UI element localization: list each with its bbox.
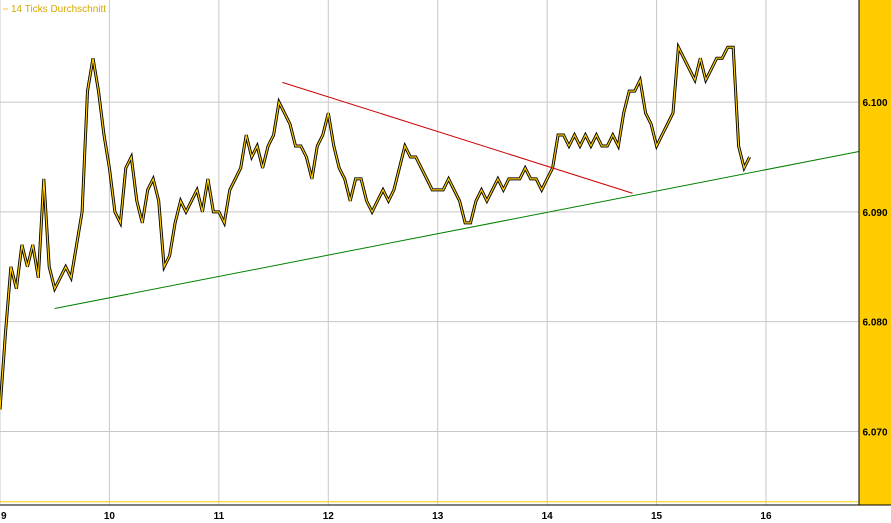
chart: 6.070 6.080 6.090 6.100 9 10 11 12 13 14 15 16 14 … [0, 0, 891, 522]
x-tick-label: 10 [104, 511, 116, 522]
x-axis-ticks: 9 10 11 12 13 14 15 16 [1, 511, 772, 522]
x-tick-label: 15 [651, 511, 663, 522]
x-tick-label: 13 [432, 511, 444, 522]
x-tick-label: 11 [214, 511, 225, 522]
x-tick-label: 14 [542, 511, 554, 522]
plot-area [0, 0, 859, 505]
y-tick-label: 6.070 [862, 427, 887, 438]
x-tick-label: 9 [1, 511, 7, 522]
y-tick-label: 6.100 [862, 98, 887, 109]
y-tick-label: 6.080 [862, 318, 887, 329]
x-tick-label: 16 [760, 511, 772, 522]
legend-label: 14 Ticks Durchschnitt [11, 4, 106, 15]
x-tick-label: 12 [323, 511, 335, 522]
y-tick-label: 6.090 [862, 208, 887, 219]
legend: 14 Ticks Durchschnitt [3, 4, 106, 15]
